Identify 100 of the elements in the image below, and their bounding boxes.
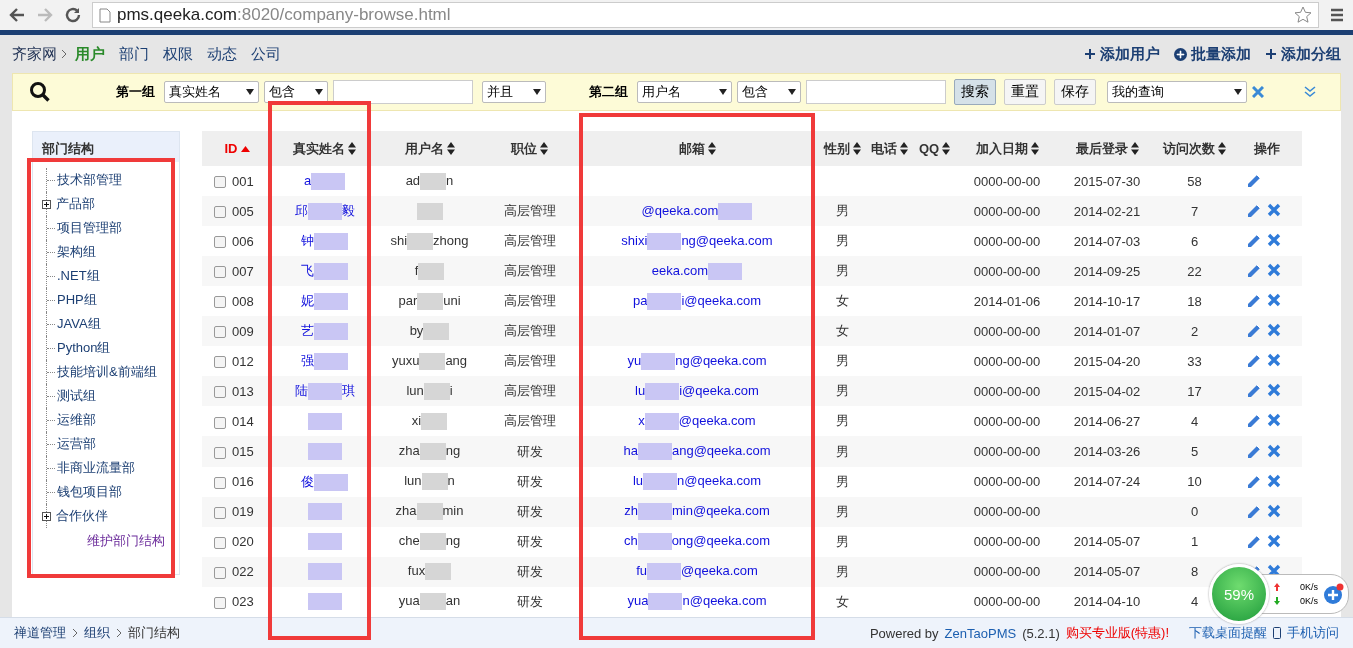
checkbox[interactable] xyxy=(214,476,226,489)
product-link[interactable]: ZenTaoPMS xyxy=(944,625,1017,641)
dropdown[interactable]: 并且 xyxy=(482,81,546,103)
name-link[interactable]: 琪 xyxy=(341,383,355,399)
pencil-icon[interactable] xyxy=(1246,473,1262,490)
delete-icon[interactable] xyxy=(1267,383,1281,398)
name-link[interactable]: 妮 xyxy=(301,293,314,309)
email-link[interactable]: pa xyxy=(632,292,648,308)
name-link[interactable]: 邱 xyxy=(294,203,308,219)
name-link[interactable]: 钟 xyxy=(301,233,314,249)
tree-item[interactable]: 产品部 xyxy=(54,195,95,213)
delete-icon[interactable] xyxy=(1267,473,1281,488)
delete-icon[interactable] xyxy=(1267,293,1281,308)
nav-tab[interactable]: 部门 xyxy=(119,44,149,64)
email-link[interactable]: @qeeka.com xyxy=(678,412,756,428)
name-link[interactable]: 毅 xyxy=(341,203,355,219)
email-link[interactable]: ha xyxy=(623,442,638,458)
dropdown[interactable]: 用户名 xyxy=(637,81,732,103)
name-link[interactable]: 艺 xyxy=(301,323,314,339)
checkbox[interactable] xyxy=(214,416,226,429)
tree-item[interactable]: 架构组 xyxy=(55,243,96,261)
checkbox[interactable] xyxy=(214,236,226,249)
tree-item[interactable]: Python组 xyxy=(55,339,111,357)
email-link[interactable]: n@qeeka.com xyxy=(682,593,767,609)
email-link[interactable]: @qeeka.com xyxy=(641,202,719,218)
delete-icon[interactable] xyxy=(1267,323,1281,338)
email-link[interactable]: x xyxy=(638,412,645,428)
email-link[interactable]: shixi xyxy=(621,232,648,248)
star-icon[interactable] xyxy=(1294,6,1312,24)
search-icon[interactable] xyxy=(29,81,51,103)
name-link[interactable]: 飞 xyxy=(301,263,314,279)
back-icon[interactable] xyxy=(8,6,26,24)
tree-item[interactable]: 非商业流量部 xyxy=(55,459,135,477)
delete-icon[interactable] xyxy=(1267,203,1281,218)
site-link[interactable]: 齐家网 xyxy=(12,44,57,64)
pencil-icon[interactable] xyxy=(1246,233,1262,250)
add-link[interactable]: 批量添加 xyxy=(1174,44,1251,64)
name-link[interactable]: 陆 xyxy=(294,383,308,399)
dropdown[interactable]: 我的查询 xyxy=(1107,81,1247,103)
tree-item[interactable]: 技术部管理 xyxy=(55,171,122,189)
column-header[interactable]: 邮箱 xyxy=(678,139,716,158)
filter-button[interactable]: 保存 xyxy=(1054,79,1096,105)
email-link[interactable]: eeka.com xyxy=(651,262,709,278)
name-link[interactable]: a xyxy=(303,172,312,188)
buy-link[interactable]: 购买专业版(特惠)! xyxy=(1065,624,1169,642)
column-header[interactable]: ID xyxy=(224,141,250,157)
tree-item[interactable]: 技能培训&前端组 xyxy=(55,363,157,381)
tree-item[interactable]: 运维部 xyxy=(55,411,96,429)
pencil-icon[interactable] xyxy=(1246,353,1262,370)
close-icon[interactable] xyxy=(1252,86,1264,98)
breadcrumb-link[interactable]: 禅道管理 xyxy=(14,624,66,642)
download-link[interactable]: 下载桌面提醒 xyxy=(1189,624,1267,642)
pencil-icon[interactable] xyxy=(1246,533,1262,550)
add-icon[interactable] xyxy=(1322,583,1344,605)
checkbox[interactable] xyxy=(214,266,226,279)
mobile-link[interactable]: 手机访问 xyxy=(1287,624,1339,642)
name-link[interactable]: 强 xyxy=(301,353,314,369)
checkbox[interactable] xyxy=(214,356,226,369)
checkbox[interactable] xyxy=(214,506,226,519)
email-link[interactable]: ng@qeeka.com xyxy=(681,232,773,248)
delete-icon[interactable] xyxy=(1267,443,1281,458)
breadcrumb-link[interactable]: 组织 xyxy=(84,624,110,642)
expand-icon[interactable] xyxy=(42,199,51,209)
email-link[interactable]: yu xyxy=(627,352,642,368)
checkbox[interactable] xyxy=(214,596,226,609)
email-link[interactable]: lu xyxy=(632,473,644,488)
pencil-icon[interactable] xyxy=(1246,383,1262,400)
double-chevron-icon[interactable] xyxy=(1304,86,1316,98)
email-link[interactable]: min@qeeka.com xyxy=(672,503,770,519)
tree-item[interactable]: 项目管理部 xyxy=(55,219,122,237)
tree-item[interactable]: 测试组 xyxy=(55,387,96,405)
checkbox[interactable] xyxy=(214,326,226,339)
delete-icon[interactable] xyxy=(1267,413,1281,428)
tree-item[interactable]: 运营部 xyxy=(55,435,96,453)
email-link[interactable]: i@qeeka.com xyxy=(679,382,759,398)
checkbox[interactable] xyxy=(214,536,226,549)
checkbox[interactable] xyxy=(214,206,226,219)
checkbox[interactable] xyxy=(214,386,226,399)
email-link[interactable]: lu xyxy=(635,382,646,398)
nav-tab[interactable]: 公司 xyxy=(251,44,281,64)
dropdown[interactable]: 包含 xyxy=(264,81,328,103)
pencil-icon[interactable] xyxy=(1246,173,1262,190)
pencil-icon[interactable] xyxy=(1246,503,1262,520)
checkbox[interactable] xyxy=(214,296,226,309)
add-link[interactable]: 添加分组 xyxy=(1265,44,1341,64)
pencil-icon[interactable] xyxy=(1246,323,1262,340)
filter-button[interactable]: 搜索 xyxy=(954,79,996,105)
email-link[interactable]: n@qeeka.com xyxy=(677,473,762,488)
email-link[interactable]: ong@qeeka.com xyxy=(671,533,771,549)
address-bar[interactable]: pms.qeeka.com:8020/company-browse.html xyxy=(92,2,1319,28)
add-link[interactable]: 添加用户 xyxy=(1084,44,1160,64)
delete-icon[interactable] xyxy=(1267,233,1281,248)
email-link[interactable]: ch xyxy=(623,533,638,549)
expand-icon[interactable] xyxy=(42,511,51,521)
email-link[interactable]: @qeeka.com xyxy=(681,563,758,579)
checkbox[interactable] xyxy=(214,566,226,579)
pencil-icon[interactable] xyxy=(1246,263,1262,280)
pencil-icon[interactable] xyxy=(1246,443,1262,460)
delete-icon[interactable] xyxy=(1267,263,1281,278)
checkbox[interactable] xyxy=(214,446,226,459)
